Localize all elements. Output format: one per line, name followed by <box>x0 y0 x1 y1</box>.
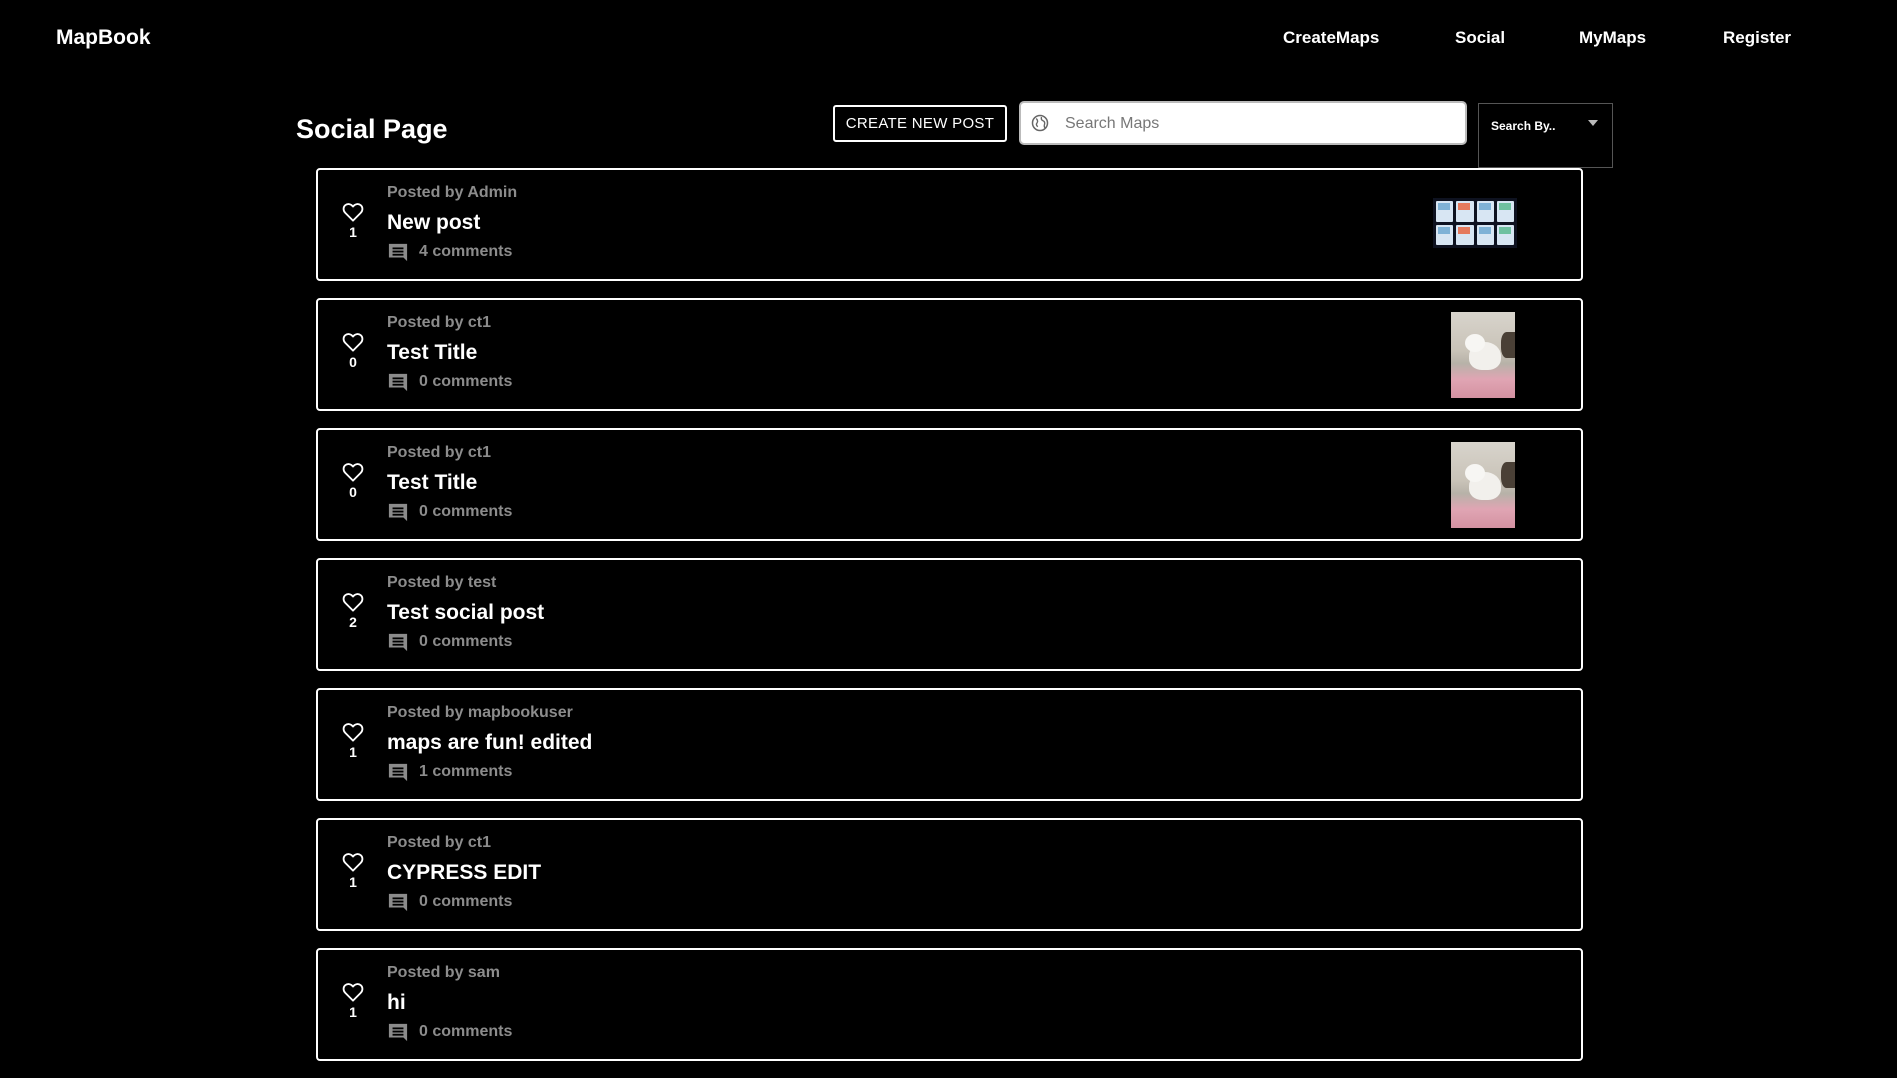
post-card[interactable]: 1 Posted by Admin New post 4 comments <box>316 168 1583 281</box>
like-count: 1 <box>349 1004 357 1020</box>
comment-icon <box>388 503 408 522</box>
post-title[interactable]: Test social post <box>387 601 544 625</box>
like-button[interactable]: 1 <box>340 722 366 760</box>
post-list: 1 Posted by Admin New post 4 comments 0 … <box>316 168 1583 1078</box>
caret-down-icon <box>1588 120 1598 126</box>
heart-outline-icon <box>342 463 364 482</box>
comments-link[interactable]: 4 comments <box>387 242 512 262</box>
comment-icon <box>388 243 408 262</box>
comments-link[interactable]: 0 comments <box>387 892 512 912</box>
nav-link-mymaps[interactable]: MyMaps <box>1579 28 1646 48</box>
comments-link[interactable]: 0 comments <box>387 632 512 652</box>
post-title[interactable]: CYPRESS EDIT <box>387 861 541 885</box>
search-by-dropdown[interactable]: Search By.. <box>1478 103 1613 168</box>
search-input[interactable] <box>1063 109 1459 139</box>
posted-by: Posted by mapbookuser <box>387 704 573 721</box>
heart-outline-icon <box>342 983 364 1002</box>
search-by-label: Search By.. <box>1491 119 1556 133</box>
page-title: Social Page <box>296 114 448 144</box>
nav-link-createmaps[interactable]: CreateMaps <box>1283 28 1379 48</box>
like-button[interactable]: 1 <box>340 202 366 240</box>
posted-by: Posted by ct1 <box>387 444 492 461</box>
comments-count: 0 comments <box>419 1023 513 1040</box>
comments-link[interactable]: 1 comments <box>387 762 512 782</box>
post-card[interactable]: 1 Posted by mapbookuser maps are fun! ed… <box>316 688 1583 801</box>
comment-icon <box>388 633 408 652</box>
comments-count: 0 comments <box>419 633 513 650</box>
create-new-post-button[interactable]: CREATE NEW POST <box>833 105 1007 142</box>
like-count: 2 <box>349 614 357 630</box>
posted-by: Posted by test <box>387 574 497 591</box>
like-button[interactable]: 1 <box>340 852 366 890</box>
posted-by: Posted by sam <box>387 964 500 981</box>
post-card[interactable]: 1 Posted by sam hi 0 comments <box>316 948 1583 1061</box>
comments-count: 1 comments <box>419 763 513 780</box>
posted-by: Posted by Admin <box>387 184 518 201</box>
comments-link[interactable]: 0 comments <box>387 372 512 392</box>
comment-icon <box>388 373 408 392</box>
comments-count: 0 comments <box>419 373 513 390</box>
comments-count: 0 comments <box>419 893 513 910</box>
heart-outline-icon <box>342 853 364 872</box>
posted-by: Posted by ct1 <box>387 314 492 331</box>
posted-by: Posted by ct1 <box>387 834 492 851</box>
comment-icon <box>388 893 408 912</box>
comments-link[interactable]: 0 comments <box>387 1022 512 1042</box>
like-count: 1 <box>349 744 357 760</box>
heart-outline-icon <box>342 333 364 352</box>
heart-outline-icon <box>342 203 364 222</box>
like-button[interactable]: 1 <box>340 982 366 1020</box>
like-count: 0 <box>349 354 357 370</box>
like-button[interactable]: 0 <box>340 332 366 370</box>
post-thumbnail <box>1433 198 1517 248</box>
post-title[interactable]: New post <box>387 211 480 235</box>
post-title[interactable]: Test Title <box>387 471 477 495</box>
post-card[interactable]: 0 Posted by ct1 Test Title 0 comments <box>316 428 1583 541</box>
nav-link-register[interactable]: Register <box>1723 28 1791 48</box>
post-thumbnail <box>1451 442 1515 528</box>
post-card[interactable]: 1 Posted by ct1 CYPRESS EDIT 0 comments <box>316 818 1583 931</box>
brand-logo[interactable]: MapBook <box>56 26 151 50</box>
post-card[interactable]: 2 Posted by test Test social post 0 comm… <box>316 558 1583 671</box>
post-thumbnail <box>1451 312 1515 398</box>
like-button[interactable]: 0 <box>340 462 366 500</box>
heart-outline-icon <box>342 593 364 612</box>
post-title[interactable]: maps are fun! edited <box>387 731 592 755</box>
globe-icon <box>1031 114 1049 132</box>
post-title[interactable]: hi <box>387 991 406 1015</box>
comments-count: 4 comments <box>419 243 513 260</box>
nav-link-social[interactable]: Social <box>1455 28 1505 48</box>
post-title[interactable]: Test Title <box>387 341 477 365</box>
like-button[interactable]: 2 <box>340 592 366 630</box>
comments-count: 0 comments <box>419 503 513 520</box>
post-card[interactable]: 0 Posted by ct1 Test Title 0 comments <box>316 298 1583 411</box>
heart-outline-icon <box>342 723 364 742</box>
like-count: 1 <box>349 224 357 240</box>
comment-icon <box>388 1023 408 1042</box>
like-count: 1 <box>349 874 357 890</box>
like-count: 0 <box>349 484 357 500</box>
comment-icon <box>388 763 408 782</box>
search-box[interactable] <box>1019 101 1467 145</box>
top-navbar: MapBook CreateMaps Social MyMaps Registe… <box>0 0 1897 80</box>
comments-link[interactable]: 0 comments <box>387 502 512 522</box>
